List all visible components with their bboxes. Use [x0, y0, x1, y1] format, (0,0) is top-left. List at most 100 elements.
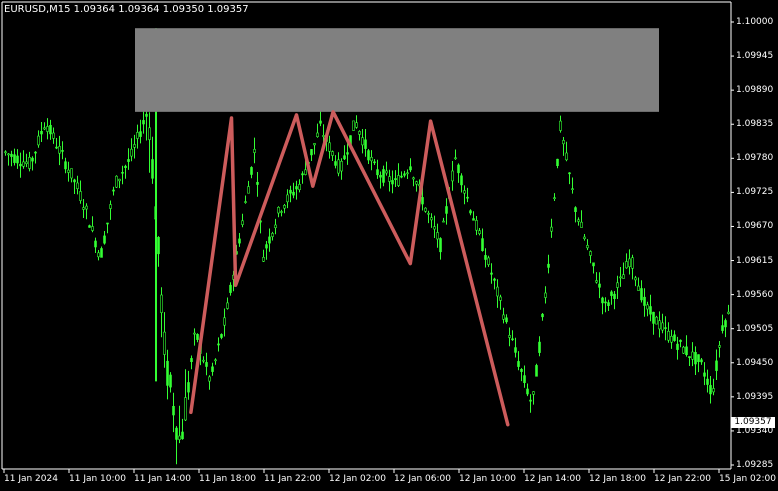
time-tick-label: 12 Jan 14:00 — [524, 474, 581, 484]
candle-body — [121, 172, 124, 174]
candle-body — [706, 378, 709, 385]
candle-body — [361, 137, 364, 146]
candle-body — [682, 346, 685, 354]
candle-body — [415, 181, 418, 185]
candle-body — [637, 285, 640, 291]
time-tick-label: 12 Jan 02:00 — [329, 474, 386, 484]
candle-body — [691, 351, 694, 360]
candle-body — [292, 191, 295, 196]
chart-window[interactable]: EURUSD,M15 1.09364 1.09364 1.09350 1.093… — [0, 0, 778, 491]
candle-body — [241, 220, 244, 225]
candle-body — [700, 359, 703, 363]
candle-body — [187, 382, 190, 393]
price-tick-label: 1.09835 — [736, 119, 774, 130]
candle-body — [487, 257, 490, 265]
candle-body — [721, 325, 724, 331]
candle-body — [52, 132, 55, 139]
candle-body — [4, 151, 7, 154]
candle-body — [151, 159, 154, 179]
candle-body — [295, 186, 298, 190]
candle-body — [652, 311, 655, 324]
candle-body — [511, 338, 514, 341]
candle-body — [445, 206, 448, 214]
candle-body — [238, 238, 241, 244]
candle-body — [94, 240, 97, 248]
candle-body — [406, 172, 409, 175]
candle-body — [250, 167, 253, 175]
time-tick-label: 11 Jan 2024 — [4, 474, 58, 484]
candle-body — [277, 207, 280, 214]
candle-body — [538, 341, 541, 353]
candle-body — [181, 431, 184, 440]
candle-body — [622, 274, 625, 279]
candle-body — [379, 175, 382, 178]
candle-body — [91, 226, 94, 231]
candle-body — [358, 131, 361, 135]
price-tick-label: 1.09615 — [736, 255, 774, 266]
candle-body — [562, 140, 565, 145]
price-chart[interactable] — [0, 0, 778, 491]
price-tick-label: 1.09450 — [736, 357, 774, 368]
time-tick-label: 12 Jan 06:00 — [394, 474, 451, 484]
candle-body — [124, 165, 127, 168]
candle-body — [226, 302, 229, 309]
candle-body — [334, 161, 337, 166]
candle-body — [472, 218, 475, 221]
candle-body — [619, 276, 622, 279]
candle-body — [391, 180, 394, 185]
candle-body — [526, 388, 529, 395]
time-tick-label: 12 Jan 18:00 — [589, 474, 646, 484]
candle-body — [37, 135, 40, 146]
candle-body — [517, 361, 520, 367]
candle-body — [604, 301, 607, 304]
candle-body — [457, 164, 460, 174]
candle-body — [145, 113, 148, 117]
candle-body — [550, 226, 553, 232]
candle-body — [661, 322, 664, 331]
candle-body — [253, 149, 256, 153]
candle-body — [556, 158, 559, 166]
candle-body — [400, 175, 403, 178]
candle-body — [553, 197, 556, 199]
candle-body — [676, 343, 679, 350]
candle-body — [127, 159, 130, 162]
candle-body — [88, 225, 91, 228]
resistance-zone[interactable] — [135, 28, 659, 112]
candle-body — [214, 359, 217, 362]
candle-body — [532, 391, 535, 395]
candle-body — [202, 359, 205, 362]
candle-body — [310, 149, 313, 156]
candle-body — [196, 333, 199, 340]
candle-body — [97, 252, 100, 258]
candle-body — [685, 346, 688, 355]
candle-body — [610, 291, 613, 296]
candle-body — [67, 169, 70, 173]
candle-body — [583, 236, 586, 240]
candle-body — [481, 238, 484, 252]
candle-body — [256, 182, 259, 185]
candle-body — [547, 263, 550, 268]
candle-body — [634, 277, 637, 281]
candle-body — [340, 161, 343, 172]
candle-body — [616, 282, 619, 288]
candle-body — [115, 175, 118, 188]
time-tick-label: 12 Jan 22:00 — [654, 474, 711, 484]
candle-body — [166, 360, 169, 386]
candle-body — [112, 189, 115, 192]
candle-body — [493, 278, 496, 281]
candle-body — [82, 207, 85, 210]
candle-body — [346, 152, 349, 155]
candle-body — [58, 146, 61, 154]
candle-body — [157, 237, 160, 255]
candle-body — [439, 238, 442, 253]
candle-body — [328, 142, 331, 152]
candle-body — [454, 157, 457, 160]
candle-body — [478, 230, 481, 234]
candle-body — [367, 150, 370, 161]
candle-body — [106, 222, 109, 225]
candle-body — [514, 347, 517, 353]
zigzag-pattern-line[interactable] — [189, 110, 510, 427]
candle-body — [337, 159, 340, 174]
candle-body — [427, 212, 430, 215]
candle-body — [319, 120, 322, 124]
